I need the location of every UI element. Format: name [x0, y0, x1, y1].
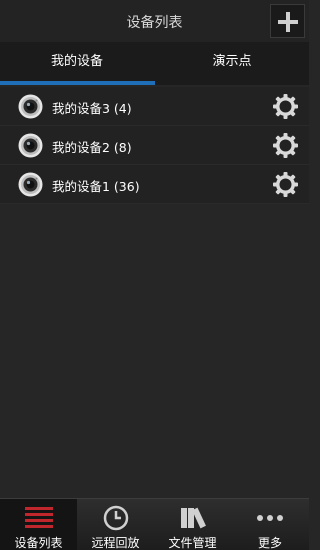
list-icon — [24, 507, 53, 528]
tab-my-devices[interactable]: 我的设备 — [0, 42, 154, 85]
nav-device-list[interactable]: 设备列表 — [0, 499, 77, 550]
device-row-2[interactable]: 我的设备2 (8) — [0, 126, 309, 165]
gear-icon[interactable] — [272, 132, 299, 159]
clock-icon — [103, 505, 128, 531]
title-bar: 设备列表 — [0, 0, 309, 42]
gear-icon[interactable] — [272, 171, 299, 198]
app-root: 设备列表 我的设备 演示点 我的设备3 (4) 我的设备2 (8) 我的设备1 … — [0, 0, 309, 550]
more-icon — [257, 515, 283, 521]
device-label: 我的设备2 (8) — [52, 140, 132, 155]
active-tab-indicator — [0, 81, 155, 85]
device-label: 我的设备3 (4) — [52, 101, 132, 116]
camera-icon — [18, 94, 43, 119]
tab-demo-points[interactable]: 演示点 — [155, 42, 309, 85]
page-title: 设备列表 — [126, 15, 183, 31]
nav-label: 文件管理 — [168, 536, 217, 550]
device-label: 我的设备1 (36) — [52, 179, 140, 194]
nav-label: 设备列表 — [14, 536, 63, 550]
tab-bar: 我的设备 演示点 — [0, 42, 309, 85]
device-row-3[interactable]: 我的设备3 (4) — [0, 87, 309, 126]
nav-more[interactable]: 更多 — [231, 499, 309, 550]
device-row-1[interactable]: 我的设备1 (36) — [0, 165, 309, 204]
files-icon — [180, 507, 206, 529]
nav-label: 更多 — [257, 536, 282, 550]
device-list: 我的设备3 (4) 我的设备2 (8) 我的设备1 (36) — [0, 87, 309, 204]
gear-icon[interactable] — [272, 93, 299, 120]
nav-label: 远程回放 — [91, 536, 140, 550]
bottom-nav: 设备列表 远程回放 文件管理 更多 — [0, 498, 309, 550]
camera-icon — [18, 172, 43, 197]
nav-file-management[interactable]: 文件管理 — [154, 499, 231, 550]
nav-remote-playback[interactable]: 远程回放 — [77, 499, 154, 550]
add-device-button[interactable] — [270, 4, 305, 38]
camera-icon — [18, 133, 43, 158]
